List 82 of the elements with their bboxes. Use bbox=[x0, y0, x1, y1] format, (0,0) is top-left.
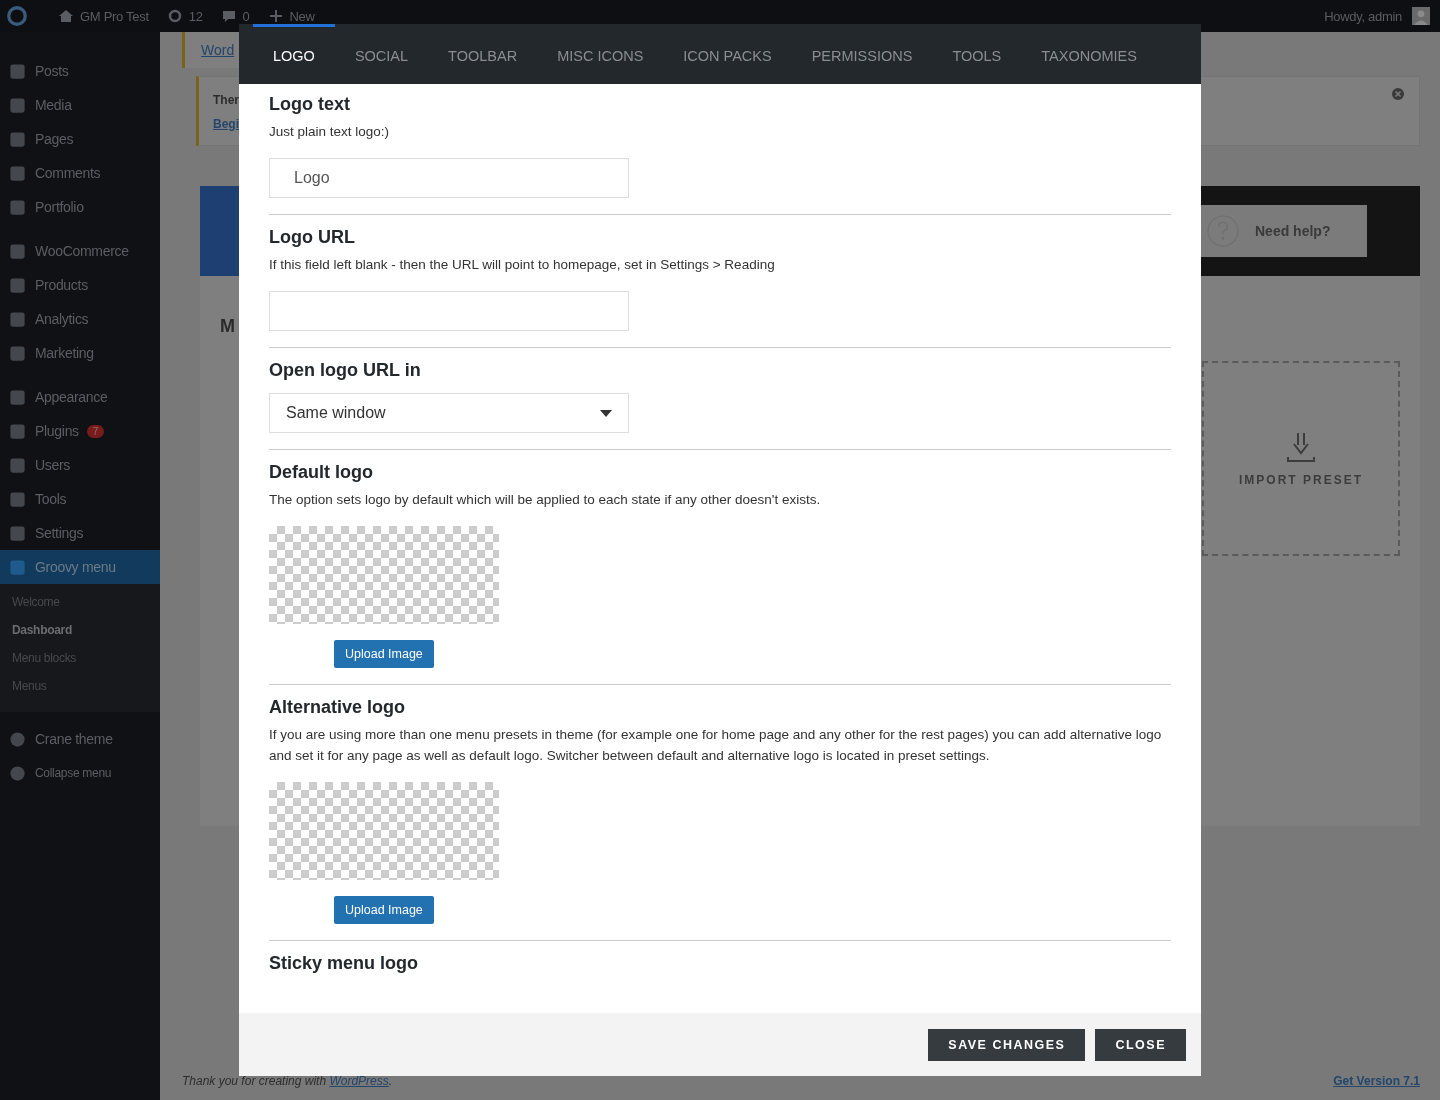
sidebar-item[interactable]: Groovy menu bbox=[0, 550, 160, 584]
tab[interactable]: MISC ICONS bbox=[537, 24, 664, 84]
section-title: Alternative logo bbox=[269, 697, 406, 718]
square-icon bbox=[8, 523, 27, 543]
site-name-link[interactable]: GM Pro Test bbox=[80, 8, 149, 24]
home-icon[interactable] bbox=[58, 8, 74, 24]
section-title: Open logo URL in bbox=[269, 360, 421, 381]
notice-action-link[interactable]: Begi bbox=[213, 117, 239, 131]
updates-count: 12 bbox=[188, 8, 203, 24]
sidebar-item[interactable]: Posts bbox=[0, 54, 160, 88]
notice-link[interactable]: Word bbox=[201, 42, 235, 58]
sidebar-item[interactable]: Comments bbox=[0, 156, 160, 190]
square-icon bbox=[8, 241, 27, 261]
submenu-item[interactable]: Dashboard bbox=[0, 616, 160, 644]
section-title: Logo URL bbox=[269, 227, 355, 248]
sidebar-item[interactable]: Crane theme bbox=[0, 722, 160, 756]
circle-icon bbox=[8, 729, 27, 749]
tab[interactable]: SOCIAL bbox=[334, 24, 429, 84]
avatar-icon[interactable] bbox=[1412, 7, 1430, 25]
notice-text: Ther bbox=[213, 93, 239, 107]
sidebar-item[interactable]: Collapse menu bbox=[0, 756, 160, 790]
close-button[interactable]: CLOSE bbox=[1095, 1028, 1186, 1061]
square-icon bbox=[8, 275, 27, 295]
plus-icon[interactable] bbox=[267, 8, 284, 24]
sidebar-item[interactable]: Pages bbox=[0, 122, 160, 156]
sidebar-item[interactable]: Settings bbox=[0, 516, 160, 550]
section-title: Sticky menu logo bbox=[269, 953, 419, 974]
select-field[interactable]: Same window bbox=[269, 393, 629, 433]
square-icon bbox=[8, 343, 27, 363]
greeting-link[interactable]: Howdy, admin bbox=[1324, 8, 1402, 24]
section-description: Just plain text logo:) bbox=[269, 123, 390, 141]
upload-image-button[interactable]: Upload Image bbox=[334, 896, 434, 924]
text-field[interactable] bbox=[269, 291, 629, 331]
logo-icon[interactable] bbox=[6, 5, 28, 27]
upload-image-button[interactable]: Upload Image bbox=[334, 640, 434, 668]
version-link[interactable]: Get Version 7.1 bbox=[1333, 1074, 1420, 1088]
tab[interactable]: TOOLBAR bbox=[428, 24, 538, 84]
tab[interactable]: TOOLS bbox=[932, 24, 1022, 84]
comment-icon[interactable] bbox=[220, 8, 237, 24]
section-title: Default logo bbox=[269, 462, 373, 483]
sidebar-item[interactable]: WooCommerce bbox=[0, 234, 160, 268]
sidebar-item[interactable]: Products bbox=[0, 268, 160, 302]
square-icon bbox=[8, 489, 27, 509]
sidebar-item[interactable]: Appearance bbox=[0, 380, 160, 414]
count-badge: 7 bbox=[86, 424, 105, 438]
sidebar-item[interactable]: Marketing bbox=[0, 336, 160, 370]
sidebar-item[interactable]: Tools bbox=[0, 482, 160, 516]
text-field[interactable]: Logo bbox=[269, 158, 629, 198]
help-button[interactable]: Need help? bbox=[1201, 205, 1367, 257]
sidebar-item[interactable]: Plugins 7 bbox=[0, 414, 160, 448]
square-icon bbox=[8, 129, 27, 149]
square-icon bbox=[8, 197, 27, 217]
footer-text: Thank you for creating with WordPress. bbox=[182, 1074, 393, 1088]
square-icon bbox=[8, 557, 27, 577]
square-icon bbox=[8, 95, 27, 115]
card-heading: M bbox=[220, 316, 235, 337]
caret-icon bbox=[600, 409, 612, 417]
new-link[interactable]: New bbox=[289, 8, 315, 24]
tab[interactable]: ICON PACKS bbox=[663, 24, 792, 84]
comments-count: 0 bbox=[242, 8, 250, 24]
square-icon bbox=[8, 455, 27, 475]
section-title: Logo text bbox=[269, 94, 350, 115]
square-icon bbox=[8, 163, 27, 183]
sidebar-item[interactable]: Portfolio bbox=[0, 190, 160, 224]
square-icon bbox=[8, 309, 27, 329]
sidebar-item[interactable]: Users bbox=[0, 448, 160, 482]
refresh-icon[interactable] bbox=[166, 8, 183, 24]
sidebar-item[interactable]: Media bbox=[0, 88, 160, 122]
tab[interactable]: LOGO bbox=[253, 24, 335, 84]
circle-icon bbox=[8, 763, 27, 783]
section-description: The option sets logo by default which will be applied to each state if any other doesn't exists. bbox=[269, 491, 821, 509]
save-changes-button[interactable]: SAVE CHANGES bbox=[928, 1028, 1086, 1061]
square-icon bbox=[8, 61, 27, 81]
tab[interactable]: TAXONOMIES bbox=[1021, 24, 1157, 84]
section-description: If this field left blank - then the URL will point to homepage, set in Settings > Reading bbox=[269, 256, 775, 274]
close-icon[interactable] bbox=[1391, 87, 1405, 101]
download-icon bbox=[1286, 430, 1316, 463]
sidebar-item[interactable]: Analytics bbox=[0, 302, 160, 336]
section-description: If you are using more than one menu presets in theme (for example one for home page and any other for the rest pages) you can add alternative logo and set it for any page as well as default logo. Switcher between default and alternative logo is located in preset settings. bbox=[269, 726, 1163, 765]
square-icon bbox=[8, 421, 27, 441]
tab[interactable]: PERMISSIONS bbox=[791, 24, 933, 84]
square-icon bbox=[8, 387, 27, 407]
